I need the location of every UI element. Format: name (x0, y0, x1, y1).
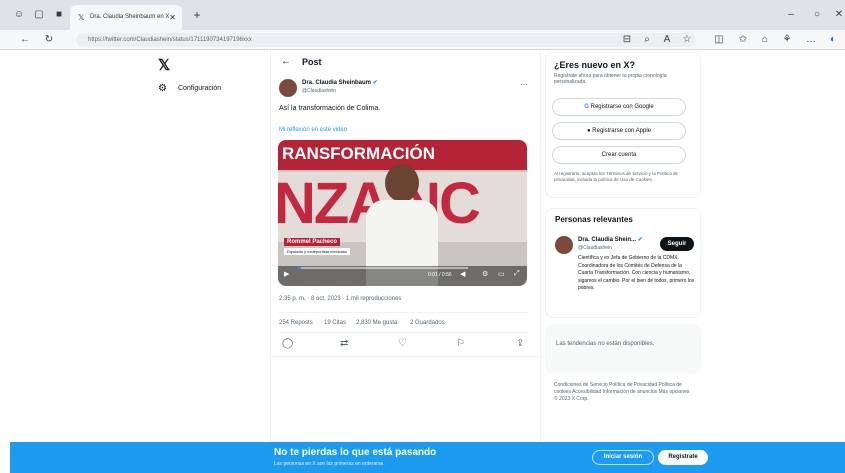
signup-title: ¿Eres nuevo en X? (554, 60, 636, 70)
bookmark-icon[interactable]: ⚐ (456, 338, 465, 349)
verified-badge-icon: ✔ (372, 80, 378, 86)
divider (271, 356, 540, 357)
follow-button[interactable]: Seguir (660, 237, 694, 251)
apple-signup-button[interactable]: ● Registrarse con Apple (552, 122, 686, 140)
bottom-signup-banner: No te pierdas lo que está pasando Las pe… (10, 442, 845, 473)
bookmarks-count[interactable]: 2 Guardados (410, 320, 445, 326)
browser-tab[interactable]: 𝕏 Dra. Claudia Sheinbaum en X ✕ (70, 5, 182, 30)
apple-icon: ● (587, 128, 591, 134)
back-icon[interactable]: ← (18, 33, 32, 47)
video-progress-bar[interactable] (298, 267, 468, 269)
read-aloud-icon[interactable]: A (660, 33, 674, 47)
apple-signup-label: Registrarse con Apple (592, 128, 651, 134)
favorites-icon[interactable]: ✩ (736, 33, 750, 47)
relevant-bio: Científica y ex Jefa de Gobierno de la C… (578, 255, 695, 291)
column-divider-left (270, 50, 271, 442)
settings-video-icon[interactable]: ⚙ (482, 270, 488, 278)
views-text: 1 mil reproducciones (346, 296, 402, 302)
post-text: Así la transformación de Colima. (279, 105, 381, 112)
author-name-text: Dra. Claudia Sheinbaum (302, 80, 372, 86)
video-controls (278, 266, 527, 286)
share-icon[interactable]: ⇪ (516, 338, 524, 349)
relevant-name-text: Dra. Claudia Shein... (578, 237, 637, 243)
split-screen-icon[interactable]: ◫ (712, 33, 726, 47)
post-link[interactable]: Mi reflexión en este video (279, 127, 347, 133)
banner-headline: No te pierdas lo que está pasando (274, 447, 437, 458)
video-headline-1: RANSFORMACIÓN (282, 144, 435, 163)
banner-subtext: Las personas en X son las primeras en en… (274, 461, 385, 467)
divider (279, 312, 529, 313)
post-more-icon[interactable]: ⋯ (520, 80, 528, 89)
pip-icon[interactable]: ▭ (498, 270, 505, 278)
maximize-icon[interactable]: ○ (810, 8, 824, 22)
divider (279, 332, 529, 333)
repost-icon[interactable]: ⇄ (340, 338, 348, 349)
close-window-icon[interactable]: ✕ (832, 8, 845, 22)
trends-message: Las tendencias no están disponibles. (556, 341, 655, 347)
post-timestamp: 2:35 p. m. · 8 oct. 2023 · 1 mil reprodu… (279, 296, 402, 302)
app-icon[interactable]: ⊟ (620, 33, 634, 47)
profile-icon[interactable]: ☺ (12, 8, 26, 22)
collections-icon[interactable]: ⌂ (758, 33, 772, 47)
lower-third-title: Diputado y exdeportista mexicano (284, 248, 351, 255)
likes-count[interactable]: 2,830 Me gusta (356, 320, 397, 326)
trends-card (545, 324, 701, 374)
person-head (385, 164, 419, 202)
back-arrow-icon[interactable]: ← (281, 56, 291, 67)
fullscreen-icon[interactable]: ⤢ (514, 270, 520, 278)
workspaces-icon[interactable]: ▢ (32, 8, 46, 22)
video-progress-fill (298, 267, 302, 269)
column-divider-right (540, 50, 541, 442)
settings-link[interactable]: Configuración (178, 85, 221, 92)
more-menu-icon[interactable]: … (804, 33, 818, 47)
extensions-icon[interactable]: ⚘ (780, 33, 794, 47)
author-avatar[interactable] (279, 79, 297, 97)
login-button[interactable]: Iniciar sesión (592, 450, 654, 465)
google-signup-button[interactable]: G Registrarse con Google (552, 98, 686, 116)
google-icon: G (584, 104, 589, 110)
relevant-avatar[interactable] (555, 236, 573, 254)
verified-badge-icon: ✔ (637, 237, 643, 243)
create-account-button[interactable]: Crear cuenta (552, 146, 686, 164)
google-signup-label: Registrarse con Google (590, 104, 654, 110)
volume-icon[interactable]: ◀ (460, 270, 465, 278)
lower-third-name: Rommel Pacheco (284, 238, 341, 246)
relevant-name[interactable]: Dra. Claudia Shein... ✔ (578, 236, 643, 243)
refresh-icon[interactable]: ↻ (42, 33, 56, 47)
create-account-label: Crear cuenta (601, 152, 637, 158)
timestamp-text[interactable]: 2:35 p. m. · 8 oct. 2023 (279, 296, 341, 302)
relevant-people-title: Personas relevantes (555, 215, 633, 224)
play-icon[interactable]: ▶ (284, 270, 289, 278)
relevant-handle[interactable]: @Claudiashein (578, 245, 612, 251)
footer-links[interactable]: Condiciones de Servicio Política de Priv… (554, 382, 694, 403)
signup-subtitle: Regístrate ahora para obtener tu propia … (554, 73, 667, 85)
browser-title-bar: ☺ ▢ ■ 𝕏 Dra. Claudia Sheinbaum en X ✕ + … (0, 0, 845, 30)
post-header: Post (302, 57, 322, 67)
video-player[interactable]: RANSFORMACIÓN NZA NC Rommel Pacheco Dipu… (278, 140, 527, 286)
url-field[interactable]: https://twitter.com/Claudiashein/status/… (76, 33, 696, 47)
x-logo-icon[interactable]: 𝕏 (158, 56, 170, 74)
x-favicon-icon: 𝕏 (78, 13, 85, 22)
gear-icon[interactable]: ⚙ (158, 83, 167, 94)
favorite-star-icon[interactable]: ☆ (680, 33, 694, 47)
like-icon[interactable]: ♡ (398, 338, 407, 349)
tab-actions-icon[interactable]: ■ (52, 8, 66, 22)
reply-icon[interactable]: ◯ (282, 338, 293, 349)
x-page: 𝕏 ⚙ Configuración ← Post Dra. Claudia Sh… (0, 50, 845, 473)
author-name[interactable]: Dra. Claudia Sheinbaum ✔ (302, 79, 378, 86)
new-tab-icon[interactable]: + (190, 8, 204, 22)
close-tab-icon[interactable]: ✕ (169, 5, 176, 30)
author-handle[interactable]: @Claudiashein (302, 88, 336, 94)
url-text: https://twitter.com/Claudiashein/status/… (88, 37, 252, 43)
minimize-icon[interactable]: – (784, 8, 798, 22)
tab-title: Dra. Claudia Sheinbaum en X (90, 14, 170, 20)
reposts-count[interactable]: 254 Reposts (279, 320, 313, 326)
signup-terms: Al registrarte, aceptas los Términos de … (554, 171, 678, 182)
register-button[interactable]: Regístrate (658, 450, 708, 465)
video-time: 0:01 / 0:56 (428, 272, 452, 278)
address-bar-row: ← ↻ https://twitter.com/Claudiashein/sta… (0, 30, 845, 50)
zoom-icon[interactable]: ⌕ (640, 33, 654, 47)
copilot-icon[interactable]: ◐ (826, 33, 840, 47)
quotes-count[interactable]: 19 Citas (324, 320, 346, 326)
